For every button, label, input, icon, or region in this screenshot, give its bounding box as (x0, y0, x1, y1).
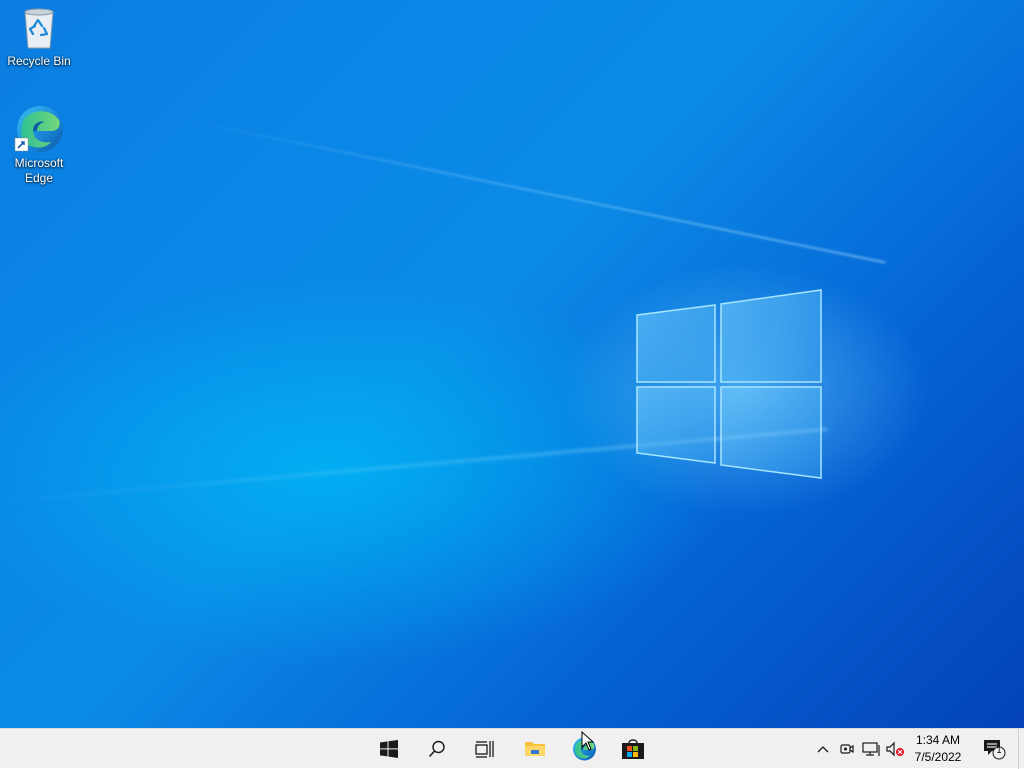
clock-date: 7/5/2022 (914, 750, 962, 764)
desktop-icon-recycle-bin[interactable]: Recycle Bin (1, 6, 77, 69)
start-button[interactable] (365, 729, 413, 769)
network-icon (862, 742, 880, 756)
windows-wallpaper-logo (636, 289, 822, 479)
desktop-wallpaper[interactable]: Recycle Bin Microsoft Edge (0, 0, 1024, 728)
recycle-bin-icon (24, 8, 54, 49)
clock-button[interactable]: 1:34 AM 7/5/2022 (908, 729, 968, 769)
action-center-button[interactable]: 1 (976, 729, 1012, 769)
light-beam (179, 118, 886, 264)
volume-muted-icon (886, 741, 904, 757)
folder-icon (525, 742, 545, 756)
show-desktop-button[interactable] (1018, 729, 1024, 769)
network-button[interactable] (860, 729, 882, 769)
clock-time: 1:34 AM (915, 733, 961, 747)
task-view-button[interactable] (461, 729, 509, 769)
notification-count-badge: 1 (996, 745, 1002, 755)
store-icon (622, 739, 644, 759)
task-view-icon (475, 741, 494, 758)
taskbar: 1:34 AM 7/5/2022 1 (0, 728, 1024, 769)
volume-button[interactable] (884, 729, 906, 769)
microsoft-store-button[interactable] (609, 729, 657, 769)
file-explorer-button[interactable] (511, 729, 559, 769)
search-button[interactable] (413, 729, 461, 769)
desktop-icon-label: Microsoft Edge (14, 156, 64, 185)
meet-now-button[interactable] (837, 729, 857, 769)
meet-now-icon (840, 744, 854, 754)
windows-logo-icon (380, 740, 398, 758)
show-hidden-icons-button[interactable] (812, 729, 834, 769)
desktop-icon-microsoft-edge[interactable]: Microsoft Edge (1, 104, 77, 186)
search-icon (428, 740, 445, 758)
chevron-up-icon (817, 746, 829, 753)
mouse-cursor-icon (581, 731, 595, 751)
edge-icon (14, 106, 63, 152)
desktop-icon-label: Recycle Bin (7, 54, 71, 68)
